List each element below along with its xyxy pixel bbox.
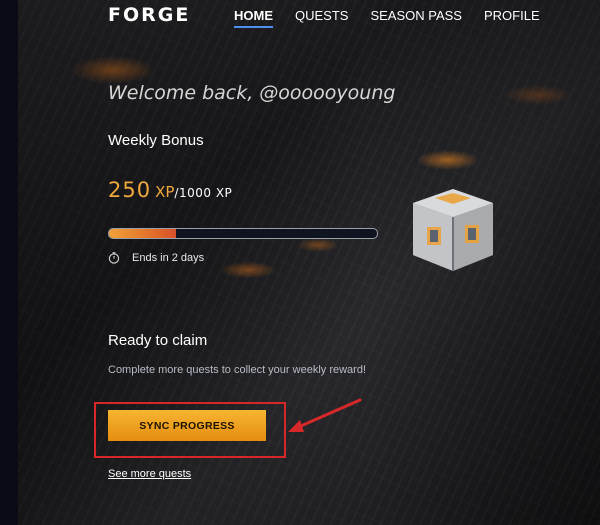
arrow-icon	[288, 398, 362, 432]
ends-in-text: Ends in 2 days	[132, 252, 205, 264]
weekly-bonus-title: Weekly Bonus	[108, 132, 204, 149]
weekly-progress-bar	[108, 228, 378, 239]
loot-box-icon	[413, 189, 493, 271]
weekly-progress-fill	[109, 229, 176, 238]
nav-profile[interactable]: PROFILE	[484, 8, 540, 23]
main-nav: HOME QUESTS SEASON PASS PROFILE	[234, 8, 562, 28]
xp-current-value: 250	[108, 178, 152, 202]
highlight-box	[94, 402, 286, 458]
ready-to-claim-description: Complete more quests to collect your wee…	[108, 364, 366, 376]
left-edge-strip	[0, 0, 18, 525]
xp-readout: 250 XP/1000 XP	[108, 178, 232, 202]
xp-unit: XP	[155, 183, 175, 201]
welcome-message: Welcome back, @oooooyoung	[108, 82, 396, 104]
ready-to-claim-title: Ready to claim	[108, 332, 208, 349]
forge-logo[interactable]: FORGE	[108, 4, 190, 26]
clock-icon	[108, 252, 120, 264]
nav-season-pass[interactable]: SEASON PASS	[370, 8, 462, 23]
countdown: Ends in 2 days	[108, 252, 204, 264]
nav-home[interactable]: HOME	[234, 8, 273, 28]
nav-quests[interactable]: QUESTS	[295, 8, 348, 23]
xp-total-value: /1000 XP	[174, 186, 233, 200]
see-more-quests-link[interactable]: See more quests	[108, 468, 191, 480]
